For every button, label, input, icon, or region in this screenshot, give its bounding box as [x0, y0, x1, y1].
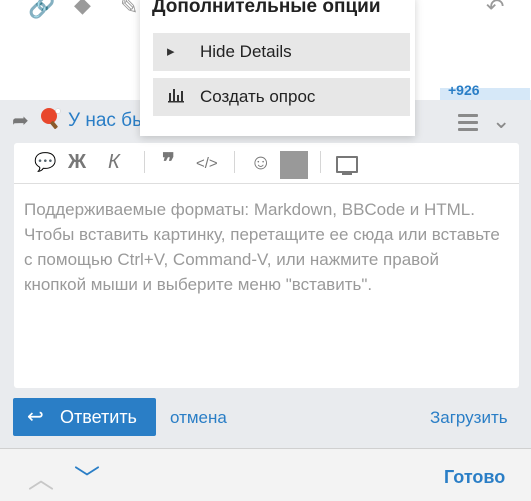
editor-toolbar: 💬 Ж К ❞ </> ☺ [14, 143, 519, 184]
code-button[interactable]: </> [196, 155, 218, 172]
editor-panel: 💬 Ж К ❞ </> ☺ Поддерживаемые форматы: Ma… [14, 143, 519, 388]
menu-icon[interactable] [458, 114, 478, 135]
new-posts-strip[interactable]: +926 [440, 82, 530, 100]
toolbar-divider [144, 151, 145, 173]
editor-placeholder[interactable]: Поддерживаемые форматы: Markdown, BBCode… [24, 197, 504, 297]
chevron-up-icon[interactable]: ︿ [28, 459, 54, 496]
back-arrow-icon[interactable]: ↶ [486, 0, 504, 20]
link-icon[interactable]: 🔗 [28, 0, 55, 20]
create-poll-option[interactable]: Создать опрос [153, 78, 410, 116]
reply-button[interactable]: ↩ Ответить [13, 398, 156, 436]
new-posts-count: +926 [448, 82, 480, 98]
chevron-down-icon[interactable]: ﹀ [74, 459, 100, 496]
toolbar-divider [320, 151, 321, 173]
quote-button[interactable]: ❞ [162, 148, 175, 177]
reply-to-icon: ➦ [12, 110, 29, 132]
reply-arrow-icon: ↩ [27, 406, 44, 428]
speech-bubble-icon[interactable]: 💬 [34, 152, 56, 173]
toolbar-divider [234, 151, 235, 173]
emoji-button[interactable]: ☺ [250, 151, 271, 175]
option-label: Hide Details [200, 42, 292, 61]
tag-icon[interactable]: ◆ [74, 0, 91, 18]
reply-button-label: Ответить [60, 407, 137, 427]
color-swatch[interactable] [280, 151, 308, 179]
collapse-chevron-icon[interactable]: ⌄ [492, 108, 510, 134]
option-label: Создать опрос [200, 87, 316, 106]
italic-button[interactable]: К [108, 151, 120, 174]
bold-button[interactable]: Ж [68, 151, 86, 174]
hide-details-option[interactable]: ▸ Hide Details [153, 33, 410, 71]
caret-right-icon: ▸ [167, 43, 175, 60]
cancel-link[interactable]: отмена [170, 408, 227, 428]
reply-topic-title[interactable]: У нас бы [68, 110, 146, 132]
keyboard-accessory-bar: ︿ ﹀ Готово [0, 448, 531, 501]
done-button[interactable]: Готово [444, 467, 505, 488]
pencil-icon[interactable]: ✎ [120, 0, 138, 20]
upload-link[interactable]: Загрузить [430, 408, 508, 428]
popup-title: Дополнительные опции [152, 0, 381, 17]
preview-monitor-icon[interactable] [336, 156, 358, 175]
ping-pong-icon [41, 108, 61, 129]
options-popup: Дополнительные опции ▸ Hide Details Созд… [140, 0, 415, 136]
bar-chart-icon [167, 87, 185, 107]
